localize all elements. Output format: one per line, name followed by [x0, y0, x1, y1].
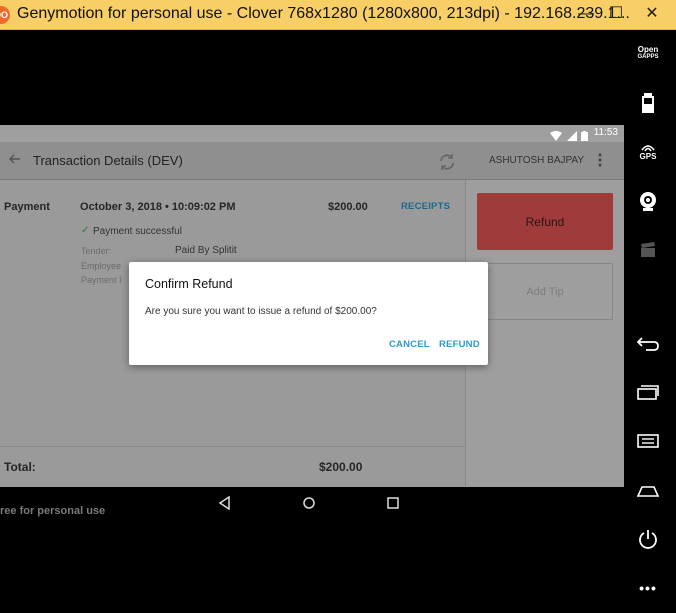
app-bar: Transaction Details (DEV) — [0, 142, 465, 180]
payment-status: Payment successful — [93, 226, 182, 237]
total-label: Total: — [4, 460, 36, 474]
open-gapps-label-1: Open — [637, 45, 659, 54]
media-button[interactable] — [624, 242, 672, 258]
genymotion-logo-icon: OO — [0, 6, 10, 24]
transaction-amount: $200.00 — [328, 201, 368, 213]
android-screen: 11:53 Transaction Details (DEV) ASHUTOSH… — [0, 125, 624, 487]
check-icon: ✓ — [81, 225, 90, 236]
arrow-left-icon — [8, 154, 20, 164]
gps-signal-icon — [641, 145, 655, 152]
recent-apps-icon — [637, 385, 659, 400]
cancel-button[interactable]: CANCEL — [389, 339, 430, 350]
circle-home-icon — [303, 497, 315, 509]
user-name[interactable]: ASHUTOSH BAJPAY — [489, 155, 584, 166]
status-bar: 11:53 — [0, 125, 624, 142]
payment-id-label: Payment I — [81, 275, 122, 285]
nav-back-button[interactable] — [218, 495, 232, 515]
gps-button[interactable]: GPS — [624, 142, 672, 161]
add-tip-label: Add Tip — [526, 286, 564, 298]
status-time: 11:53 — [593, 127, 618, 138]
refresh-icon — [440, 154, 454, 170]
window-title: Genymotion for personal use - Clover 768… — [17, 5, 630, 22]
wifi-icon — [550, 131, 563, 141]
home-icon — [636, 486, 660, 497]
transaction-type: Payment — [4, 201, 50, 213]
nav-recents-button[interactable] — [386, 496, 400, 515]
total-value: $200.00 — [319, 460, 363, 474]
battery-button[interactable] — [624, 93, 672, 113]
open-gapps-label-2: GAPPS — [637, 54, 659, 60]
back-button[interactable] — [6, 150, 24, 173]
gps-label: GPS — [639, 152, 657, 161]
maximize-button[interactable]: ☐ — [598, 0, 634, 28]
refund-action-button[interactable]: Refund — [477, 193, 613, 250]
window-title-bar: OO Genymotion for personal use - Clover … — [0, 0, 676, 30]
actions-panel: Refund Add Tip — [465, 180, 624, 487]
receipts-link[interactable]: RECEIPTS — [401, 201, 450, 212]
confirm-refund-button[interactable]: REFUND — [439, 339, 480, 350]
watermark: ree for personal use — [0, 505, 106, 517]
menu-button[interactable] — [624, 434, 672, 448]
transaction-datetime: October 3, 2018 • 10:09:02 PM — [80, 201, 236, 213]
refresh-button[interactable] — [438, 153, 456, 176]
menu-icon — [637, 434, 659, 448]
battery-icon — [642, 93, 654, 113]
more-options-icon[interactable]: ••• — [624, 580, 672, 596]
open-gapps-button[interactable]: Open GAPPS — [624, 46, 672, 61]
genymotion-toolbar: Open GAPPS GPS ••• — [624, 30, 676, 613]
power-button[interactable] — [624, 528, 672, 550]
overflow-menu-button[interactable] — [597, 153, 603, 172]
nav-home-button[interactable] — [302, 496, 316, 515]
clapperboard-icon — [641, 242, 655, 257]
refund-action-label: Refund — [525, 215, 565, 229]
square-recents-icon — [387, 497, 399, 509]
confirm-refund-dialog: Confirm Refund Are you sure you want to … — [129, 262, 488, 365]
app-bar-user: ASHUTOSH BAJPAY — [465, 142, 624, 180]
employee-label: Employee — [81, 261, 122, 271]
back-arrow-icon — [636, 337, 659, 351]
recent-apps-button[interactable] — [624, 384, 672, 400]
tender-value: Paid By Splitit — [175, 245, 237, 256]
more-vert-icon — [598, 153, 602, 167]
screen-title: Transaction Details (DEV) — [33, 153, 183, 168]
signal-icon — [566, 131, 577, 141]
webcam-icon — [640, 192, 656, 211]
webcam-button[interactable] — [624, 190, 672, 212]
triangle-back-icon — [218, 495, 230, 511]
tender-label: Tender: — [81, 246, 112, 256]
battery-status-icon — [581, 131, 588, 141]
power-icon — [639, 530, 657, 549]
divider — [0, 446, 465, 447]
home-button[interactable] — [624, 484, 672, 498]
close-button[interactable]: ✕ — [634, 0, 670, 28]
dialog-message: Are you sure you want to issue a refund … — [145, 306, 377, 317]
add-tip-button[interactable]: Add Tip — [477, 263, 613, 320]
android-back-button[interactable] — [624, 336, 672, 352]
dialog-title: Confirm Refund — [145, 277, 233, 291]
